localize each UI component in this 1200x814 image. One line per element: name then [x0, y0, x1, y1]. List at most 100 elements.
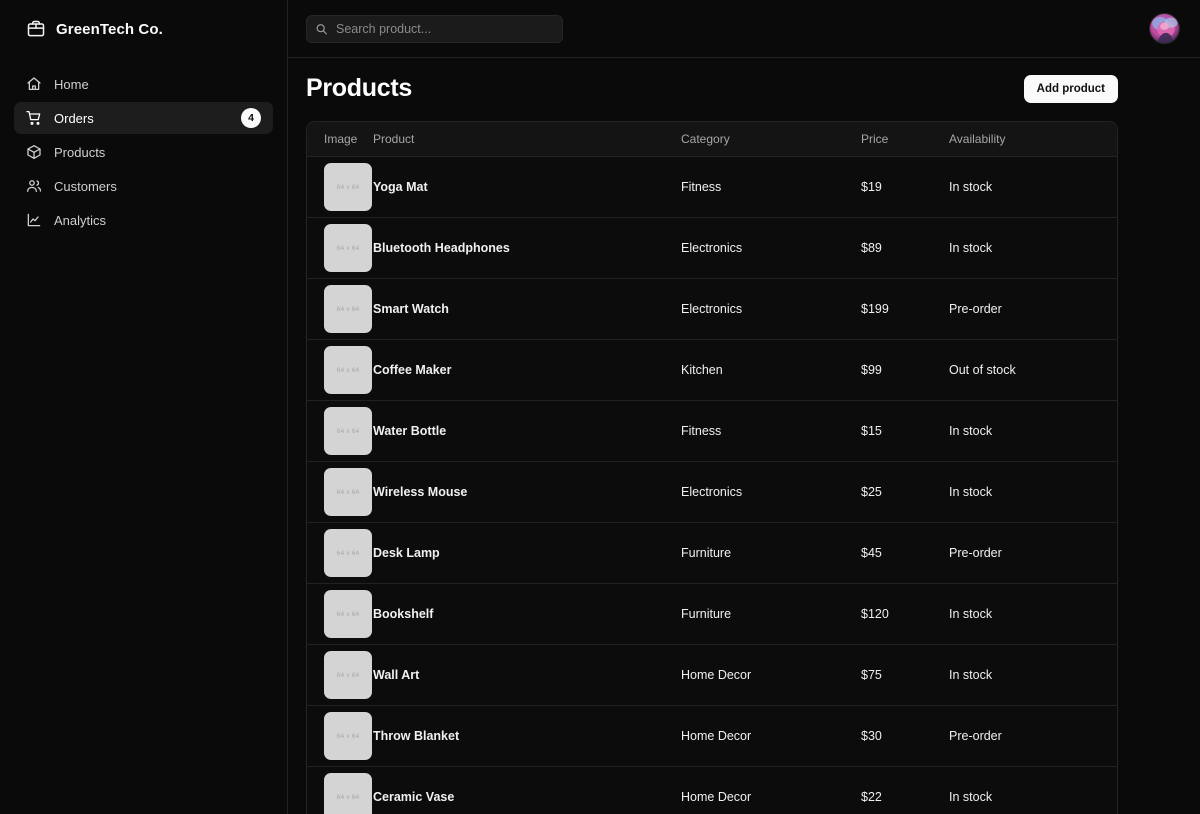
cell-product: Coffee Maker	[373, 339, 681, 401]
cell-product: Yoga Mat	[373, 156, 681, 218]
brand[interactable]: GreenTech Co.	[0, 0, 287, 58]
cell-availability: Out of stock	[949, 339, 1117, 401]
table-header: Image Product Category Price Availabilit…	[307, 122, 1117, 157]
table-body: 64 x 64 Yoga Mat Fitness $19 In stock 64 x 64…	[307, 156, 1117, 814]
cell-product: Water Bottle	[373, 400, 681, 462]
cell-category: Electronics	[681, 461, 861, 523]
add-product-button[interactable]: Add product	[1023, 74, 1118, 103]
product-thumbnail: 64 x 64	[324, 712, 372, 760]
product-thumbnail: 64 x 64	[324, 651, 372, 699]
table-row[interactable]: 64 x 64 Bluetooth Headphones Electronics $8…	[307, 217, 1117, 279]
sidebar-item-analytics[interactable]: Analytics	[14, 204, 273, 236]
cell-image: 64 x 64	[307, 217, 373, 279]
cell-image: 64 x 64	[307, 461, 373, 523]
cell-category: Furniture	[681, 583, 861, 645]
column-header-availability[interactable]: Availability	[949, 122, 1117, 157]
product-thumbnail: 64 x 64	[324, 529, 372, 577]
table-row[interactable]: 64 x 64 Bookshelf Furniture $120 In stock	[307, 583, 1117, 645]
cell-image: 64 x 64	[307, 583, 373, 645]
cell-product: Ceramic Vase	[373, 766, 681, 814]
cell-product: Smart Watch	[373, 278, 681, 340]
cell-category: Fitness	[681, 156, 861, 218]
cell-availability: Pre-order	[949, 278, 1117, 340]
bag-icon	[26, 19, 46, 39]
product-thumbnail: 64 x 64	[324, 468, 372, 516]
cell-image: 64 x 64	[307, 278, 373, 340]
cell-availability: In stock	[949, 766, 1117, 814]
home-icon	[26, 76, 42, 92]
cell-price: $99	[861, 339, 949, 401]
cell-category: Home Decor	[681, 766, 861, 814]
sidebar-item-home[interactable]: Home	[14, 68, 273, 100]
cell-price: $199	[861, 278, 949, 340]
column-header-price[interactable]: Price	[861, 122, 949, 157]
cell-product: Desk Lamp	[373, 522, 681, 584]
cell-category: Furniture	[681, 522, 861, 584]
column-header-category[interactable]: Category	[681, 122, 861, 157]
table-row[interactable]: 64 x 64 Water Bottle Fitness $15 In stock	[307, 400, 1117, 462]
brand-name: GreenTech Co.	[56, 20, 163, 38]
cell-product: Wall Art	[373, 644, 681, 706]
cell-availability: In stock	[949, 217, 1117, 279]
sidebar-item-customers[interactable]: Customers	[14, 170, 273, 202]
product-thumbnail: 64 x 64	[324, 590, 372, 638]
cell-image: 64 x 64	[307, 766, 373, 814]
sidebar-item-label: Orders	[54, 110, 94, 126]
sidebar-item-products[interactable]: Products	[14, 136, 273, 168]
cell-category: Home Decor	[681, 705, 861, 767]
cell-price: $120	[861, 583, 949, 645]
table-row[interactable]: 64 x 64 Throw Blanket Home Decor $30 Pre-ord…	[307, 705, 1117, 767]
cell-image: 64 x 64	[307, 400, 373, 462]
cell-category: Electronics	[681, 278, 861, 340]
users-icon	[26, 178, 42, 194]
cell-availability: In stock	[949, 156, 1117, 218]
table-row[interactable]: 64 x 64 Desk Lamp Furniture $45 Pre-order	[307, 522, 1117, 584]
column-header-image[interactable]: Image	[307, 122, 373, 157]
cell-image: 64 x 64	[307, 156, 373, 218]
sidebar-item-label: Products	[54, 144, 106, 160]
cell-product: Wireless Mouse	[373, 461, 681, 523]
table-row[interactable]: 64 x 64 Coffee Maker Kitchen $99 Out of stoc…	[307, 339, 1117, 401]
package-icon	[26, 144, 42, 160]
search-container	[306, 14, 563, 43]
sidebar-item-label: Analytics	[54, 212, 107, 228]
table-row[interactable]: 64 x 64 Yoga Mat Fitness $19 In stock	[307, 156, 1117, 218]
cart-icon	[26, 110, 42, 126]
cell-product: Bluetooth Headphones	[373, 217, 681, 279]
cell-category: Home Decor	[681, 644, 861, 706]
cell-product: Throw Blanket	[373, 705, 681, 767]
cell-category: Kitchen	[681, 339, 861, 401]
page-content: Products Add product Image Product Categ…	[288, 58, 1200, 814]
product-thumbnail: 64 x 64	[324, 224, 372, 272]
table-header-row: Image Product Category Price Availabilit…	[307, 122, 1117, 157]
cell-availability: In stock	[949, 400, 1117, 462]
product-thumbnail: 64 x 64	[324, 163, 372, 211]
cell-image: 64 x 64	[307, 339, 373, 401]
column-header-product[interactable]: Product	[373, 122, 681, 157]
table-row[interactable]: 64 x 64 Wall Art Home Decor $75 In stock	[307, 644, 1117, 706]
app-root: GreenTech Co. Home Orders 4 Products Cus…	[0, 0, 1200, 814]
product-thumbnail: 64 x 64	[324, 407, 372, 455]
search-icon	[315, 22, 328, 35]
table-row[interactable]: 64 x 64 Ceramic Vase Home Decor $22 In stock	[307, 766, 1117, 814]
sidebar-item-label: Customers	[54, 178, 117, 194]
cell-availability: In stock	[949, 644, 1117, 706]
cell-category: Fitness	[681, 400, 861, 462]
cell-price: $15	[861, 400, 949, 462]
page-title: Products	[306, 74, 412, 102]
sidebar-nav: Home Orders 4 Products Customers Analyti…	[0, 58, 287, 236]
cell-product: Bookshelf	[373, 583, 681, 645]
sidebar-item-orders[interactable]: Orders 4	[14, 102, 273, 134]
cell-image: 64 x 64	[307, 522, 373, 584]
cell-price: $89	[861, 217, 949, 279]
sidebar-item-label: Home	[54, 76, 89, 92]
products-table-card: Image Product Category Price Availabilit…	[306, 121, 1118, 814]
cell-price: $19	[861, 156, 949, 218]
avatar[interactable]	[1149, 13, 1180, 44]
table-row[interactable]: 64 x 64 Wireless Mouse Electronics $25 In st…	[307, 461, 1117, 523]
table-row[interactable]: 64 x 64 Smart Watch Electronics $199 Pre-ord…	[307, 278, 1117, 340]
search-input[interactable]	[306, 14, 563, 43]
top-bar	[288, 0, 1200, 58]
cell-price: $75	[861, 644, 949, 706]
product-thumbnail: 64 x 64	[324, 285, 372, 333]
